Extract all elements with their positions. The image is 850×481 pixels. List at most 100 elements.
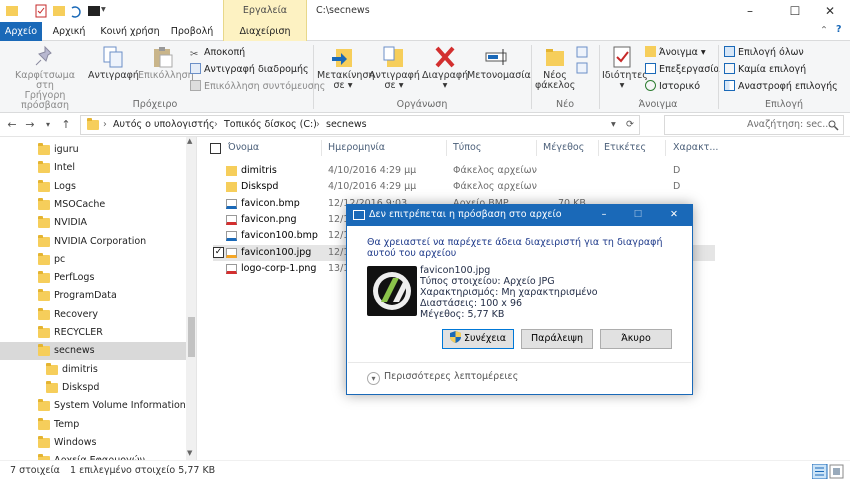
help-icon[interactable]: ?: [836, 24, 842, 35]
dialog-window-icon: [353, 210, 365, 220]
cut-button[interactable]: ✂ Αποκοπή: [190, 46, 245, 60]
recent-locations-icon[interactable]: ▾: [40, 117, 56, 133]
search-input[interactable]: Αναζήτηση: sec...: [664, 115, 844, 135]
navigation-pane: iguru Intel Logs MSOCache NVIDIA NVIDIA Corpo…: [0, 137, 197, 460]
customize-qat-icon[interactable]: ▾: [101, 4, 106, 15]
up-button[interactable]: ↑: [58, 117, 74, 133]
dialog-message: Θα χρειαστεί να παρέχετε άδεια διαχειρισ…: [367, 237, 663, 259]
dialog-title-bar[interactable]: Δεν επιτρέπεται η πρόσβαση στο αρχείο – …: [347, 205, 692, 226]
skip-button[interactable]: Παράλειψη: [521, 329, 593, 349]
crumb-separator-icon: ›: [214, 119, 218, 130]
address-bar[interactable]: › Αυτός ο υπολογιστής › Τοπικός δίσκος (…: [80, 115, 640, 135]
file-row[interactable]: Diskspd 4/10/2016 4:29 μμ Φάκελος αρχείων D: [213, 179, 715, 195]
minimize-button[interactable]: –: [730, 0, 770, 22]
tab-manage[interactable]: Διαχείριση: [223, 22, 307, 41]
edit-button[interactable]: Επεξεργασία: [645, 63, 720, 77]
column-header-type[interactable]: Τύπος: [453, 142, 481, 153]
cancel-button[interactable]: Άκυρο: [600, 329, 672, 349]
nav-item[interactable]: Temp: [0, 416, 186, 434]
close-button[interactable]: ✕: [810, 0, 850, 22]
column-header-date[interactable]: Ημερομηνία: [328, 142, 385, 153]
delete-button[interactable]: Διαγραφή ▾: [422, 45, 468, 91]
breadcrumb-secnews[interactable]: secnews: [326, 118, 367, 132]
dialog-file-dimensions: Διαστάσεις: 100 x 96: [420, 298, 523, 309]
nav-item[interactable]: Intel: [0, 159, 186, 177]
nav-item[interactable]: dimitris: [0, 361, 186, 379]
tab-file[interactable]: Αρχείο: [0, 22, 42, 41]
copy-button[interactable]: Αντιγραφή: [88, 45, 139, 81]
back-button[interactable]: ←: [4, 117, 20, 133]
select-all-checkbox[interactable]: [210, 143, 221, 154]
invert-selection-button[interactable]: Αναστροφή επιλογής: [724, 80, 838, 94]
refresh-icon[interactable]: ⟳: [626, 118, 634, 132]
tab-home[interactable]: Αρχική: [46, 22, 92, 41]
column-separator[interactable]: [536, 140, 537, 156]
column-separator[interactable]: [665, 140, 666, 156]
nav-scrollbar[interactable]: ▲ ▼: [186, 137, 196, 460]
group-label-open: Άνοιγμα: [638, 99, 678, 110]
new-folder-button[interactable]: Νέος φάκελος: [535, 45, 575, 91]
tab-share[interactable]: Κοινή χρήση: [98, 22, 162, 41]
paste-button[interactable]: Επικόλληση: [138, 45, 194, 81]
nav-item[interactable]: Recovery: [0, 306, 186, 324]
nav-item[interactable]: pc: [0, 251, 186, 269]
large-icons-view-icon[interactable]: [829, 464, 844, 479]
more-details-button[interactable]: ▾ Περισσότερες λεπτομέρειες: [367, 371, 518, 385]
nav-item[interactable]: System Volume Information: [0, 397, 186, 415]
nav-scrollbar-thumb[interactable]: [188, 317, 195, 357]
open-button[interactable]: Άνοιγμα ▾: [645, 46, 706, 60]
new-folder-icon: [53, 6, 65, 16]
ribbon-collapse-icon[interactable]: ⌃: [820, 25, 828, 36]
address-dropdown-icon[interactable]: ▾: [611, 118, 616, 132]
properties-button[interactable]: Ιδιότητες ▾: [602, 45, 648, 91]
move-to-button[interactable]: Μετακίνηση σε ▾: [317, 45, 375, 91]
nav-item[interactable]: Αρχεία Εφαρμογών: [0, 452, 186, 460]
nav-item-label: Temp: [54, 418, 80, 430]
select-none-button[interactable]: Καμία επιλογή: [724, 63, 806, 77]
column-header-tags[interactable]: Ετικέτες: [604, 142, 646, 153]
nav-item[interactable]: Windows: [0, 434, 186, 452]
nav-item[interactable]: NVIDIA: [0, 214, 186, 232]
copy-to-button[interactable]: Αντιγραφή σε ▾: [369, 45, 420, 91]
tab-view[interactable]: Προβολή: [166, 22, 218, 41]
nav-item[interactable]: RECYCLER: [0, 324, 186, 342]
rename-button[interactable]: Μετονομασία: [467, 45, 531, 81]
column-separator[interactable]: [446, 140, 447, 156]
nav-item[interactable]: PerfLogs: [0, 269, 186, 287]
pin-quick-access-button[interactable]: Καρφίτσωμα στη Γρήγορη πρόσβαση: [6, 45, 84, 111]
nav-item[interactable]: secnews: [0, 342, 186, 361]
breadcrumb-local-disk[interactable]: Τοπικός δίσκος (C:): [224, 118, 317, 132]
select-all-button[interactable]: Επιλογή όλων: [724, 46, 804, 60]
copy-path-button[interactable]: Αντιγραφή διαδρομής: [190, 63, 309, 77]
column-separator[interactable]: [598, 140, 599, 156]
paste-shortcut-button[interactable]: Επικόλληση συντόμευσης: [190, 80, 325, 94]
dialog-minimize-button[interactable]: –: [595, 207, 613, 223]
maximize-button[interactable]: ☐: [775, 0, 815, 22]
dialog-close-button[interactable]: ✕: [665, 207, 683, 223]
nav-item-label: Αρχεία Εφαρμογών: [54, 452, 145, 460]
row-checkbox[interactable]: ✓: [213, 246, 224, 258]
folder-icon: [226, 166, 237, 176]
scroll-down-icon[interactable]: ▼: [187, 449, 192, 457]
column-separator[interactable]: [321, 140, 322, 156]
breadcrumb-this-pc[interactable]: Αυτός ο υπολογιστής: [113, 118, 215, 132]
nav-item[interactable]: iguru: [0, 141, 186, 159]
folder-icon: [6, 6, 18, 16]
nav-item[interactable]: MSOCache: [0, 196, 186, 214]
details-view-icon[interactable]: [812, 464, 828, 479]
forward-button[interactable]: →: [22, 117, 38, 133]
history-button[interactable]: Ιστορικό: [645, 80, 700, 94]
folder-icon: [46, 380, 58, 393]
column-header-name[interactable]: Όνομα: [228, 142, 259, 153]
column-header-attributes[interactable]: Χαρακτ...: [673, 142, 718, 153]
column-header-size[interactable]: Μέγεθος: [543, 142, 584, 153]
continue-button[interactable]: Συνέχεια: [442, 329, 514, 349]
file-row[interactable]: dimitris 4/10/2016 4:29 μμ Φάκελος αρχείων…: [213, 163, 715, 179]
nav-item[interactable]: ProgramData: [0, 287, 186, 305]
nav-item-label: Intel: [54, 162, 76, 174]
nav-item[interactable]: Diskspd: [0, 379, 186, 397]
nav-item[interactable]: NVIDIA Corporation: [0, 233, 186, 251]
nav-item[interactable]: Logs: [0, 178, 186, 196]
bmp-file-icon: [226, 231, 237, 242]
scroll-up-icon[interactable]: ▲: [187, 137, 192, 145]
